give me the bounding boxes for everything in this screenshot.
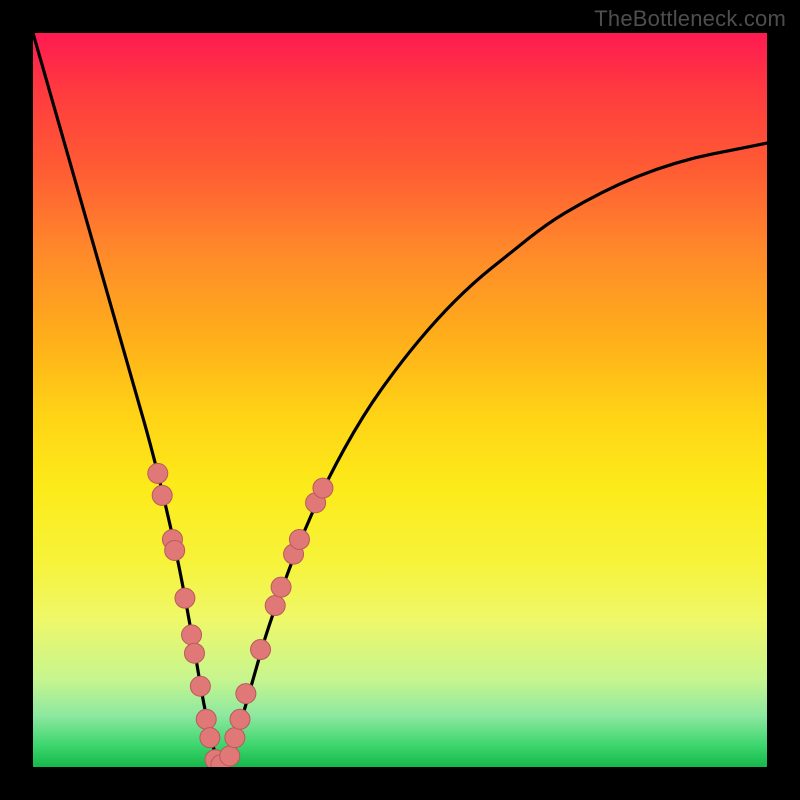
data-marker	[271, 577, 291, 597]
chart-frame: TheBottleneck.com	[0, 0, 800, 800]
chart-overlay	[33, 33, 767, 767]
data-marker	[152, 485, 172, 505]
curve-markers	[148, 463, 333, 767]
data-marker	[165, 540, 185, 560]
data-marker	[225, 728, 245, 748]
data-marker	[251, 640, 271, 660]
data-marker	[175, 588, 195, 608]
data-marker	[148, 463, 168, 483]
data-marker	[182, 625, 202, 645]
data-marker	[184, 643, 204, 663]
data-marker	[289, 529, 309, 549]
data-marker	[190, 676, 210, 696]
attribution-text: TheBottleneck.com	[594, 6, 786, 32]
data-marker	[313, 478, 333, 498]
data-marker	[220, 746, 240, 766]
data-marker	[230, 709, 250, 729]
bottleneck-curve	[33, 33, 767, 765]
data-marker	[236, 684, 256, 704]
data-marker	[265, 596, 285, 616]
data-marker	[196, 709, 216, 729]
data-marker	[200, 728, 220, 748]
